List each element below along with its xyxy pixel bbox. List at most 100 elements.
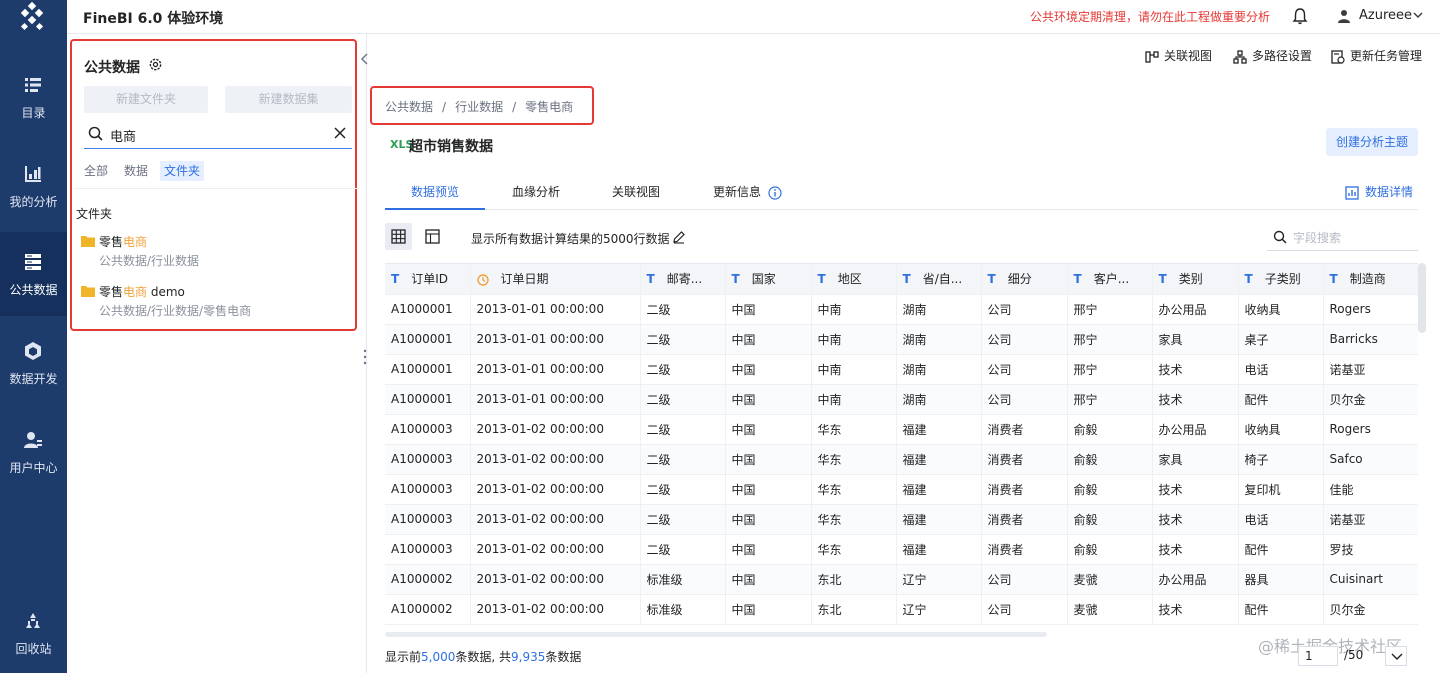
table-cell[interactable]: 2013-01-02 00:00:00 — [470, 444, 641, 475]
table-cell[interactable]: 二级 — [640, 324, 726, 355]
table-cell[interactable]: 技术 — [1152, 384, 1239, 415]
close-icon[interactable] — [333, 126, 347, 140]
table-cell[interactable]: 公司 — [981, 324, 1068, 355]
new-dataset-button[interactable]: 新建数据集 — [225, 86, 352, 113]
table-cell[interactable]: 福建 — [896, 534, 982, 565]
table-cell[interactable]: 办公用品 — [1152, 294, 1239, 325]
panel-search-input[interactable]: 电商 — [84, 120, 352, 149]
table-cell[interactable]: 2013-01-02 00:00:00 — [470, 594, 641, 625]
table-cell[interactable]: 中国 — [725, 594, 812, 625]
table-cell[interactable]: 技术 — [1152, 594, 1239, 625]
table-cell[interactable]: 东北 — [811, 594, 897, 625]
tab-update-info[interactable]: 更新信息 — [713, 183, 782, 200]
table-cell[interactable]: 福建 — [896, 444, 982, 475]
table-cell[interactable]: 2013-01-02 00:00:00 — [470, 564, 641, 595]
table-cell[interactable]: 邢宁 — [1067, 354, 1153, 385]
table-cell[interactable]: 俞毅 — [1067, 444, 1153, 475]
table-cell[interactable]: 技术 — [1152, 474, 1239, 505]
table-cell[interactable]: 办公用品 — [1152, 564, 1239, 595]
table-cell[interactable]: 福建 — [896, 504, 982, 535]
table-cell[interactable]: 湖南 — [896, 354, 982, 385]
table-cell[interactable]: 2013-01-01 00:00:00 — [470, 384, 641, 415]
table-cell[interactable]: 家具 — [1152, 444, 1239, 475]
filter-tab-data[interactable]: 数据 — [124, 161, 148, 181]
table-cell[interactable]: 二级 — [640, 534, 726, 565]
nav-item-data-dev[interactable]: 数据开发 — [0, 321, 67, 405]
username[interactable]: Azureee — [1359, 8, 1412, 23]
table-cell[interactable]: 二级 — [640, 414, 726, 445]
table-cell[interactable]: 桌子 — [1238, 324, 1324, 355]
table-cell[interactable]: 中国 — [725, 504, 812, 535]
column-header[interactable]: T 制造商 — [1323, 264, 1418, 295]
table-cell[interactable]: 复印机 — [1238, 474, 1324, 505]
table-cell[interactable]: 2013-01-01 00:00:00 — [470, 324, 641, 355]
table-cell[interactable]: 电话 — [1238, 354, 1324, 385]
table-cell[interactable]: A1000003 — [385, 474, 471, 505]
table-cell[interactable]: 中国 — [725, 474, 812, 505]
table-cell[interactable]: A1000003 — [385, 414, 471, 445]
table-cell[interactable]: A1000001 — [385, 354, 471, 385]
table-cell[interactable]: 2013-01-01 00:00:00 — [470, 294, 641, 325]
table-cell[interactable]: 二级 — [640, 384, 726, 415]
table-cell[interactable]: 2013-01-02 00:00:00 — [470, 504, 641, 535]
table-cell[interactable]: Rogers — [1323, 294, 1418, 325]
folder-result-item[interactable]: 零售电商 demo 公共数据/行业数据/零售电商 — [81, 283, 351, 325]
field-search-input[interactable] — [1293, 228, 1413, 248]
column-header[interactable]: T 客户... — [1067, 264, 1153, 295]
table-view-button[interactable] — [419, 223, 446, 250]
table-cell[interactable]: 湖南 — [896, 384, 982, 415]
table-cell[interactable]: 公司 — [981, 294, 1068, 325]
vertical-scrollbar[interactable] — [1418, 263, 1426, 333]
table-cell[interactable]: 二级 — [640, 444, 726, 475]
table-cell[interactable]: 华东 — [811, 534, 897, 565]
nav-item-recycle-bin[interactable]: 回收站 — [0, 591, 67, 673]
grid-view-button[interactable] — [385, 223, 412, 250]
column-header[interactable]: T 子类别 — [1238, 264, 1324, 295]
table-cell[interactable]: 华东 — [811, 444, 897, 475]
table-cell[interactable]: 中南 — [811, 354, 897, 385]
page-select-button[interactable] — [1385, 646, 1407, 666]
horizontal-scrollbar[interactable] — [385, 632, 1047, 637]
table-cell[interactable]: A1000002 — [385, 564, 471, 595]
table-cell[interactable]: A1000003 — [385, 534, 471, 565]
table-cell[interactable]: 俞毅 — [1067, 414, 1153, 445]
column-header[interactable]: T 国家 — [725, 264, 812, 295]
table-cell[interactable]: A1000001 — [385, 384, 471, 415]
table-cell[interactable]: 收纳具 — [1238, 414, 1324, 445]
table-cell[interactable]: 公司 — [981, 354, 1068, 385]
table-cell[interactable]: Safco — [1323, 444, 1418, 475]
column-header[interactable]: 订单日期 — [470, 264, 641, 295]
table-cell[interactable]: 罗技 — [1323, 534, 1418, 565]
table-cell[interactable]: 邢宁 — [1067, 294, 1153, 325]
table-cell[interactable]: 辽宁 — [896, 564, 982, 595]
table-cell[interactable]: 华东 — [811, 474, 897, 505]
table-cell[interactable]: 中国 — [725, 414, 812, 445]
page-number-input[interactable]: 1 — [1298, 646, 1338, 666]
table-cell[interactable]: 二级 — [640, 294, 726, 325]
table-cell[interactable]: 诺基亚 — [1323, 354, 1418, 385]
table-cell[interactable]: 邢宁 — [1067, 324, 1153, 355]
table-cell[interactable]: 贝尔金 — [1323, 594, 1418, 625]
table-cell[interactable]: 俞毅 — [1067, 474, 1153, 505]
tab-data-preview[interactable]: 数据预览 — [411, 183, 459, 200]
table-cell[interactable]: 消费者 — [981, 444, 1068, 475]
table-cell[interactable]: 中南 — [811, 294, 897, 325]
tab-relation-view[interactable]: 关联视图 — [612, 183, 660, 200]
nav-item-user-center[interactable]: 用户中心 — [0, 410, 67, 494]
table-cell[interactable]: 中国 — [725, 444, 812, 475]
table-cell[interactable]: A1000002 — [385, 594, 471, 625]
finebi-logo[interactable] — [15, 0, 49, 34]
table-cell[interactable]: 俞毅 — [1067, 504, 1153, 535]
breadcrumb-item[interactable]: 零售电商 — [525, 100, 573, 114]
table-cell[interactable]: 湖南 — [896, 294, 982, 325]
table-cell[interactable]: 配件 — [1238, 594, 1324, 625]
table-cell[interactable]: 华东 — [811, 414, 897, 445]
table-cell[interactable]: 佳能 — [1323, 474, 1418, 505]
update-task-button[interactable]: 更新任务管理 — [1331, 48, 1422, 64]
table-cell[interactable]: 2013-01-02 00:00:00 — [470, 474, 641, 505]
nav-item-public-data[interactable]: 公共数据 — [0, 232, 67, 316]
edit-icon[interactable] — [672, 230, 686, 244]
table-cell[interactable]: 消费者 — [981, 504, 1068, 535]
table-cell[interactable]: A1000003 — [385, 444, 471, 475]
table-cell[interactable]: 器具 — [1238, 564, 1324, 595]
